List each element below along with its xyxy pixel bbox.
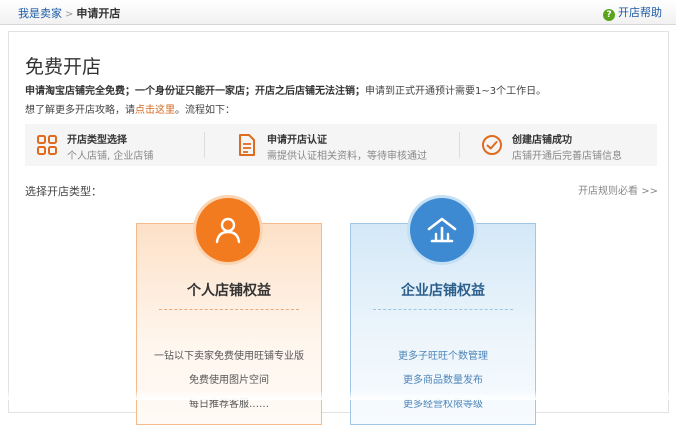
- enterprise-badge: [410, 198, 474, 262]
- shop-rules-link[interactable]: 开店规则必看 >>: [578, 182, 658, 197]
- bottom-fade: [0, 390, 676, 400]
- card-divider: [373, 309, 513, 310]
- enterprise-feature: 更多商品数量发布: [403, 375, 483, 386]
- step-desc: 店铺开通后完善店铺信息: [512, 151, 622, 162]
- step-title: 开店类型选择: [67, 135, 127, 146]
- question-icon: ?: [603, 9, 615, 21]
- personal-feature: 一钻以下卖家免费使用旺铺专业版: [154, 351, 304, 362]
- person-icon: [215, 217, 241, 244]
- more-prefix: 想了解更多开店攻略，请: [25, 105, 135, 116]
- step-create-shop: 创建店铺成功 店铺开通后完善店铺信息: [470, 124, 655, 166]
- step-apply-verify: 申请开店认证 需提供认证相关资料，等待审核通过: [225, 124, 445, 166]
- page-title: 免费开店: [25, 56, 102, 78]
- grid-icon: [37, 135, 57, 155]
- step-title: 创建店铺成功: [512, 135, 572, 146]
- main-panel: 免费开店 申请淘宝店铺完全免费；一个身份证只能开一家店；开店之后店铺无法注销；申…: [8, 31, 669, 425]
- step-desc: 个人店铺, 企业店铺: [67, 151, 154, 162]
- top-bar: 我是卖家 > 申请开店 ? 开店帮助: [0, 0, 676, 25]
- personal-badge: [196, 198, 260, 262]
- breadcrumb-home-link[interactable]: 我是卖家: [18, 7, 62, 20]
- choose-type-label: 选择开店类型：: [25, 185, 102, 198]
- process-steps: 开店类型选择 个人店铺, 企业店铺 申请开店认证 需提供认证相关资料，等待审核通…: [25, 124, 657, 166]
- personal-feature: 免费使用图片空间: [189, 375, 269, 386]
- breadcrumb-separator: >: [65, 9, 74, 20]
- step-divider: [204, 132, 205, 158]
- click-here-link[interactable]: 点击这里: [135, 105, 175, 116]
- breadcrumb-current: 申请开店: [76, 7, 121, 20]
- help-link[interactable]: ? 开店帮助: [603, 4, 662, 21]
- intro-rest-text: 申请到正式开通预计需要1~3个工作日。: [365, 86, 547, 97]
- document-icon: [239, 134, 255, 156]
- help-label: 开店帮助: [618, 6, 662, 19]
- step-choose-type: 开店类型选择 个人店铺, 企业店铺: [25, 124, 195, 166]
- card-divider: [159, 309, 299, 310]
- personal-card-title: 个人店铺权益: [187, 283, 271, 299]
- enterprise-card-title: 企业店铺权益: [401, 283, 485, 299]
- intro-text: 申请淘宝店铺完全免费；一个身份证只能开一家店；开店之后店铺无法注销；申请到正式开…: [25, 82, 546, 97]
- more-info-text: 想了解更多开店攻略，请点击这里。流程如下：: [25, 101, 235, 116]
- check-circle-icon: [482, 135, 502, 155]
- enterprise-feature: 更多子旺旺个数管理: [398, 351, 488, 362]
- intro-bold-text: 申请淘宝店铺完全免费；一个身份证只能开一家店；开店之后店铺无法注销；: [25, 86, 365, 97]
- enterprise-icon: [427, 217, 457, 243]
- step-divider: [459, 132, 460, 158]
- more-suffix: 。流程如下：: [175, 105, 235, 116]
- step-desc: 需提供认证相关资料，等待审核通过: [267, 151, 427, 162]
- step-title: 申请开店认证: [267, 135, 327, 146]
- breadcrumb: 我是卖家 > 申请开店: [18, 5, 120, 21]
